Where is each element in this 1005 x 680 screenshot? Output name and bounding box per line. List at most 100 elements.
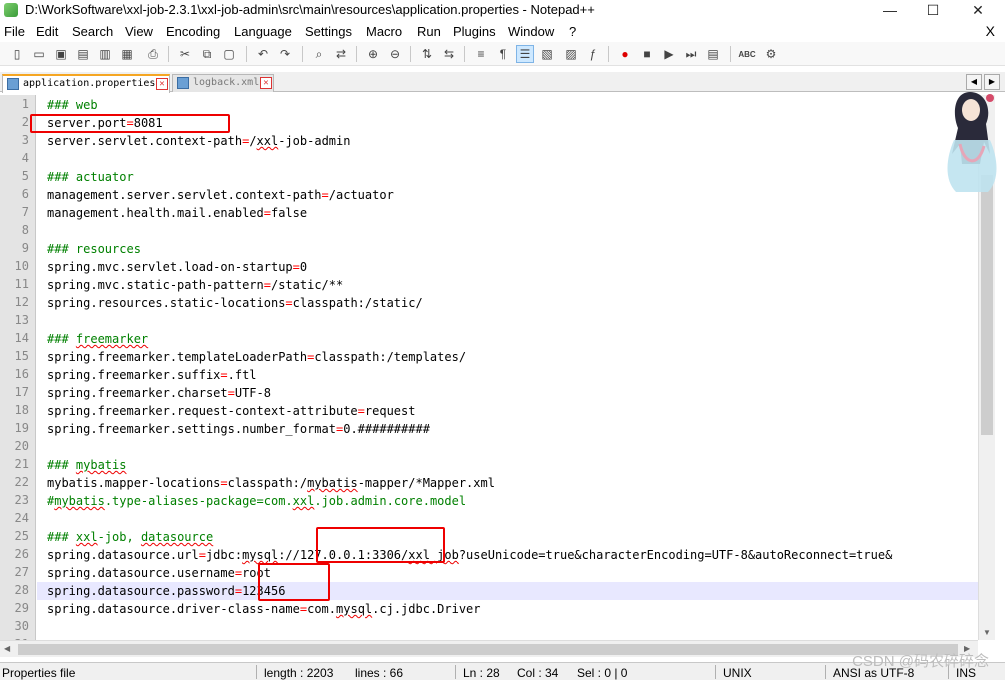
watermark: CSDN @码农碎碎念 (852, 653, 989, 670)
play-macro-icon[interactable]: ▶ (660, 45, 678, 63)
save-icon[interactable]: ▣ (52, 45, 70, 63)
code-line[interactable]: spring.mvc.servlet.load-on-startup=0 (47, 258, 307, 276)
line-number: 14 (14, 331, 29, 345)
code-line[interactable]: ### resources (47, 240, 141, 258)
menu-language[interactable]: Language (234, 24, 292, 39)
doc-map-icon[interactable]: ▨ (562, 45, 580, 63)
line-number: 25 (14, 529, 29, 543)
close-all-icon[interactable]: ▦ (118, 45, 136, 63)
code-line[interactable]: spring.mvc.static-path-pattern=/static/*… (47, 276, 343, 294)
user-language-icon[interactable]: ▧ (538, 45, 556, 63)
redo-icon[interactable]: ↷ (276, 45, 294, 63)
line-number: 20 (14, 439, 29, 453)
menu-view[interactable]: View (125, 24, 153, 39)
line-number: 1 (21, 97, 29, 111)
close-file-icon[interactable]: ▥ (96, 45, 114, 63)
open-file-icon[interactable]: ▭ (30, 45, 48, 63)
vertical-scroll-thumb[interactable] (981, 175, 993, 435)
maximize-button[interactable]: ☐ (910, 0, 956, 22)
menu-edit[interactable]: Edit (36, 24, 58, 39)
cut-icon[interactable]: ✂ (176, 45, 194, 63)
code-line[interactable]: spring.freemarker.templateLoaderPath=cla… (47, 348, 466, 366)
horizontal-scroll-thumb[interactable] (18, 644, 958, 655)
tab-logback-xml[interactable]: logback.xml ✕ (172, 74, 274, 92)
code-line[interactable]: ### freemarker (47, 330, 148, 348)
stop-macro-icon[interactable]: ■ (638, 45, 656, 63)
save-all-icon[interactable]: ▤ (74, 45, 92, 63)
code-line[interactable]: spring.datasource.password=123456 (47, 582, 285, 600)
code-line[interactable]: server.servlet.context-path=/xxl-job-adm… (47, 132, 350, 150)
menu-help[interactable]: ? (569, 24, 576, 39)
tab-application-properties[interactable]: application.properties ✕ (2, 74, 170, 93)
line-number: 23 (14, 493, 29, 507)
scroll-down-icon[interactable]: ▼ (983, 628, 991, 637)
menu-run[interactable]: Run (417, 24, 441, 39)
spell-check-icon[interactable]: ABC (738, 45, 756, 63)
menu-plugins[interactable]: Plugins (453, 24, 496, 39)
menu-macro[interactable]: Macro (366, 24, 402, 39)
line-number: 21 (14, 457, 29, 471)
code-line[interactable]: management.health.mail.enabled=false (47, 204, 307, 222)
window-title: D:\WorkSoftware\xxl-job-2.3.1\xxl-job-ad… (25, 2, 595, 17)
status-eol[interactable]: UNIX (723, 666, 752, 680)
find-icon[interactable]: ⌕ (310, 45, 328, 63)
line-number: 9 (21, 241, 29, 255)
record-macro-icon[interactable]: ● (616, 45, 634, 63)
word-wrap-icon[interactable]: ≡ (472, 45, 490, 63)
menu-window[interactable]: Window (508, 24, 554, 39)
code-line[interactable]: ### xxl-job, datasource (47, 528, 213, 546)
zoom-out-icon[interactable]: ⊖ (386, 45, 404, 63)
spell-settings-icon[interactable]: ⚙ (762, 45, 780, 63)
code-line[interactable]: spring.datasource.username=root (47, 564, 271, 582)
paste-icon[interactable]: ▢ (220, 45, 238, 63)
close-document-button[interactable]: X (986, 23, 995, 39)
sync-vertical-icon[interactable]: ⇅ (418, 45, 436, 63)
line-number: 5 (21, 169, 29, 183)
line-number: 6 (21, 187, 29, 201)
menu-file[interactable]: File (4, 24, 25, 39)
minimize-button[interactable]: — (867, 0, 913, 22)
menu-settings[interactable]: Settings (305, 24, 352, 39)
close-window-button[interactable]: ✕ (955, 0, 1001, 22)
status-selection: Sel : 0 | 0 (577, 666, 628, 680)
code-line[interactable]: spring.datasource.driver-class-name=com.… (47, 600, 481, 618)
save-state-icon (7, 78, 19, 90)
replace-icon[interactable]: ⇄ (332, 45, 350, 63)
menu-search[interactable]: Search (72, 24, 113, 39)
close-tab-icon[interactable]: ✕ (156, 78, 168, 90)
notepadpp-icon (4, 3, 18, 17)
run-macro-multiple-icon[interactable]: ⏭ (682, 45, 700, 63)
zoom-in-icon[interactable]: ⊕ (364, 45, 382, 63)
scroll-left-icon[interactable]: ◀ (4, 644, 10, 653)
code-line[interactable]: spring.freemarker.charset=UTF-8 (47, 384, 271, 402)
editor[interactable]: 1 2 3 4 5 6 7 8 9 10 11 12 13 14 15 16 17 18 19 20 21 22 23 24 2… (0, 95, 978, 640)
menu-encoding[interactable]: Encoding (166, 24, 220, 39)
code-line[interactable]: spring.freemarker.request-context-attrib… (47, 402, 415, 420)
code-line[interactable]: spring.datasource.url=jdbc:mysql://127.0… (47, 546, 892, 564)
copy-icon[interactable]: ⧉ (198, 45, 216, 63)
sync-horizontal-icon[interactable]: ⇆ (440, 45, 458, 63)
code-line[interactable]: spring.resources.static-locations=classp… (47, 294, 423, 312)
code-line[interactable]: #mybatis.type-aliases-package=com.xxl.jo… (47, 492, 466, 510)
highlight-box-db-address (316, 527, 445, 563)
save-macro-icon[interactable]: ▤ (704, 45, 722, 63)
close-tab-icon[interactable]: ✕ (260, 77, 272, 89)
horizontal-scrollbar[interactable]: ◀ ▶ (0, 640, 978, 657)
code-line[interactable]: mybatis.mapper-locations=classpath:/myba… (47, 474, 495, 492)
line-number: 7 (21, 205, 29, 219)
code-line[interactable]: spring.freemarker.settings.number_format… (47, 420, 430, 438)
undo-icon[interactable]: ↶ (254, 45, 272, 63)
code-line[interactable]: spring.freemarker.suffix=.ftl (47, 366, 257, 384)
indent-guide-icon[interactable]: ☰ (516, 45, 534, 63)
function-list-icon[interactable]: ƒ (584, 45, 602, 63)
show-all-chars-icon[interactable]: ¶ (494, 45, 512, 63)
code-line[interactable]: management.server.servlet.context-path=/… (47, 186, 394, 204)
print-icon[interactable]: ⎙ (144, 45, 162, 63)
code-line[interactable]: ### mybatis (47, 456, 126, 474)
code-line[interactable]: ### web (47, 96, 98, 114)
save-state-icon (177, 77, 189, 89)
line-number: 26 (14, 547, 29, 561)
code-line[interactable]: ### actuator (47, 168, 134, 186)
new-file-icon[interactable]: ▯ (8, 45, 26, 63)
toolbar: ▯ ▭ ▣ ▤ ▥ ▦ ⎙ ✂ ⧉ ▢ ↶ ↷ ⌕ ⇄ ⊕ ⊖ ⇅ ⇆ ≡ ¶ … (0, 42, 1005, 66)
